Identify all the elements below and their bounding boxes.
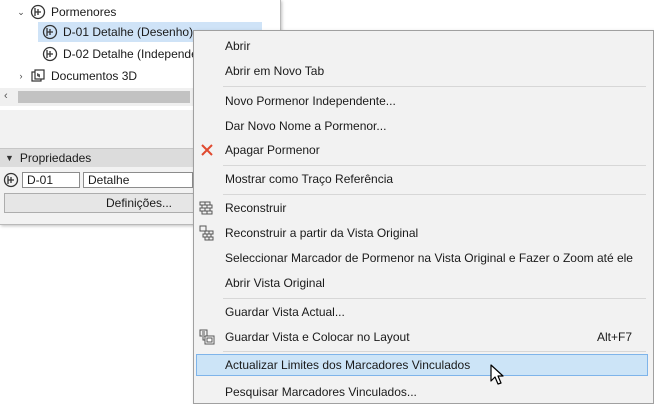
menu-item-rebuild[interactable]: Reconstruir [196, 197, 648, 219]
menu-item-find-linked-markers[interactable]: Pesquisar Marcadores Vinculados... [196, 381, 648, 403]
chevron-right-icon[interactable]: › [16, 71, 26, 81]
collapse-triangle-icon[interactable]: ▼ [5, 153, 14, 163]
menu-item-open[interactable]: Abrir [196, 35, 648, 57]
tree-item-pormenores[interactable]: ⌄ Pormenores [16, 2, 116, 22]
tree-item-label: Documentos 3D [51, 69, 138, 83]
menu-item-label: Reconstruir a partir da Vista Original [225, 226, 419, 240]
menu-item-show-as-trace[interactable]: Mostrar como Traço Referência [196, 168, 648, 190]
scrollbar-thumb[interactable] [18, 91, 190, 103]
3d-documents-icon [30, 68, 46, 84]
chevron-down-icon[interactable]: ⌄ [16, 7, 26, 18]
detail-id-field[interactable]: D-01 [22, 172, 80, 188]
save-view-place-layout-icon [199, 329, 215, 345]
menu-item-label: Apagar Pormenor [225, 143, 320, 157]
menu-item-open-new-tab[interactable]: Abrir em Novo Tab [196, 60, 648, 82]
menu-item-label: Dar Novo Nome a Pormenor... [225, 119, 387, 133]
menu-item-label: Abrir [225, 39, 251, 53]
menu-item-open-source-view[interactable]: Abrir Vista Original [196, 272, 648, 294]
menu-item-label: Actualizar Limites dos Marcadores Vincul… [225, 358, 471, 372]
menu-item-label: Seleccionar Marcador de Pormenor na Vist… [225, 251, 633, 265]
menu-item-rebuild-from-source[interactable]: Reconstruir a partir da Vista Original [196, 222, 648, 244]
menu-item-label: Reconstruir [225, 201, 287, 215]
menu-separator [223, 165, 646, 166]
menu-item-save-view-place-layout[interactable]: Guardar Vista e Colocar no Layout Alt+F7 [196, 326, 648, 348]
menu-item-label: Guardar Vista Actual... [225, 305, 345, 319]
menu-item-save-current-view[interactable]: Guardar Vista Actual... [196, 301, 648, 323]
menu-separator [223, 298, 646, 299]
tree-item-documentos-3d[interactable]: › Documentos 3D [16, 66, 138, 86]
tree-item-label: Pormenores [51, 5, 117, 19]
context-menu: Abrir Abrir em Novo Tab Novo Pormenor In… [193, 30, 654, 404]
mouse-pointer-icon [490, 364, 504, 385]
rebuild-from-source-icon [199, 225, 215, 241]
menu-item-label: Novo Pormenor Independente... [225, 94, 396, 108]
scroll-left-icon[interactable]: ‹ [4, 90, 8, 102]
menu-separator [223, 351, 646, 352]
menu-item-label: Pesquisar Marcadores Vinculados... [225, 385, 417, 399]
menu-item-shortcut: Alt+F7 [596, 330, 632, 344]
rebuild-icon [199, 200, 215, 216]
menu-item-label: Abrir em Novo Tab [225, 64, 325, 78]
tree-item-label: D-01 Detalhe (Desenho) [63, 25, 194, 39]
detail-name-field[interactable]: Detalhe [83, 172, 193, 188]
menu-item-label: Guardar Vista e Colocar no Layout [225, 330, 410, 344]
properties-title: Propriedades [19, 151, 92, 165]
menu-item-rename-detail[interactable]: Dar Novo Nome a Pormenor... [196, 115, 648, 137]
detail-folder-icon [30, 4, 46, 20]
menu-item-label: Mostrar como Traço Referência [225, 172, 394, 186]
menu-separator [223, 194, 646, 195]
menu-item-select-marker-zoom[interactable]: Seleccionar Marcador de Pormenor na Vist… [196, 247, 648, 269]
detail-icon [3, 172, 19, 188]
menu-item-new-independent-detail[interactable]: Novo Pormenor Independente... [196, 90, 648, 112]
menu-item-delete-detail[interactable]: Apagar Pormenor [196, 139, 648, 161]
delete-x-icon [199, 142, 215, 158]
menu-separator [223, 86, 646, 87]
menu-item-label: Abrir Vista Original [225, 276, 325, 290]
tree-item-d02[interactable]: D-02 Detalhe (Independente) [38, 44, 218, 64]
detail-icon [42, 24, 58, 40]
detail-icon [42, 46, 58, 62]
menu-item-update-linked-marker-bounds[interactable]: Actualizar Limites dos Marcadores Vincul… [196, 354, 648, 376]
